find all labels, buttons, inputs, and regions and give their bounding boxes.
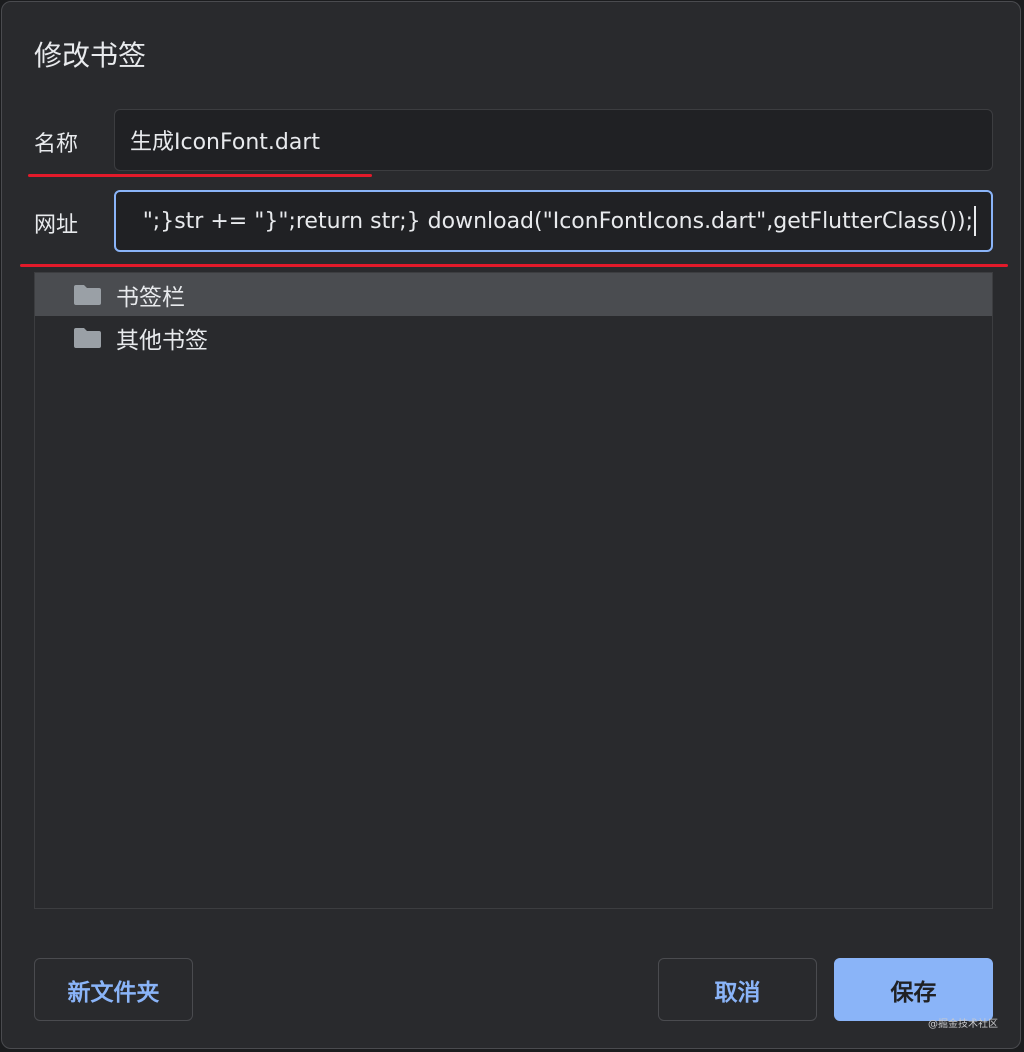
cancel-button[interactable]: 取消 <box>658 958 817 1021</box>
folder-item-other-bookmarks[interactable]: 其他书签 <box>35 316 992 359</box>
url-input[interactable]: ";}str += "}";return str;} download("Ico… <box>114 190 993 252</box>
folder-icon <box>74 327 101 348</box>
annotation-underline-name <box>28 174 372 177</box>
name-label: 名称 <box>34 132 79 157</box>
new-folder-button[interactable]: 新文件夹 <box>34 958 193 1021</box>
save-button[interactable]: 保存 <box>834 958 993 1021</box>
text-caret <box>974 206 976 236</box>
folder-icon <box>74 284 101 305</box>
url-input-text: ";}str += "}";return str;} download("Ico… <box>142 208 973 234</box>
folder-tree: 书签栏 其他书签 <box>34 272 993 909</box>
watermark: @掘金技术社区 <box>928 1019 998 1030</box>
name-input[interactable] <box>114 109 993 171</box>
folder-label: 书签栏 <box>116 284 185 311</box>
dialog-title: 修改书签 <box>34 39 147 72</box>
edit-bookmark-dialog: 修改书签 名称 网址 ";}str += "}";return str;} do… <box>1 1 1021 1049</box>
annotation-underline-url <box>20 264 1008 267</box>
folder-item-bookmarks-bar[interactable]: 书签栏 <box>35 273 992 316</box>
folder-label: 其他书签 <box>116 327 208 354</box>
url-label: 网址 <box>34 213 79 238</box>
